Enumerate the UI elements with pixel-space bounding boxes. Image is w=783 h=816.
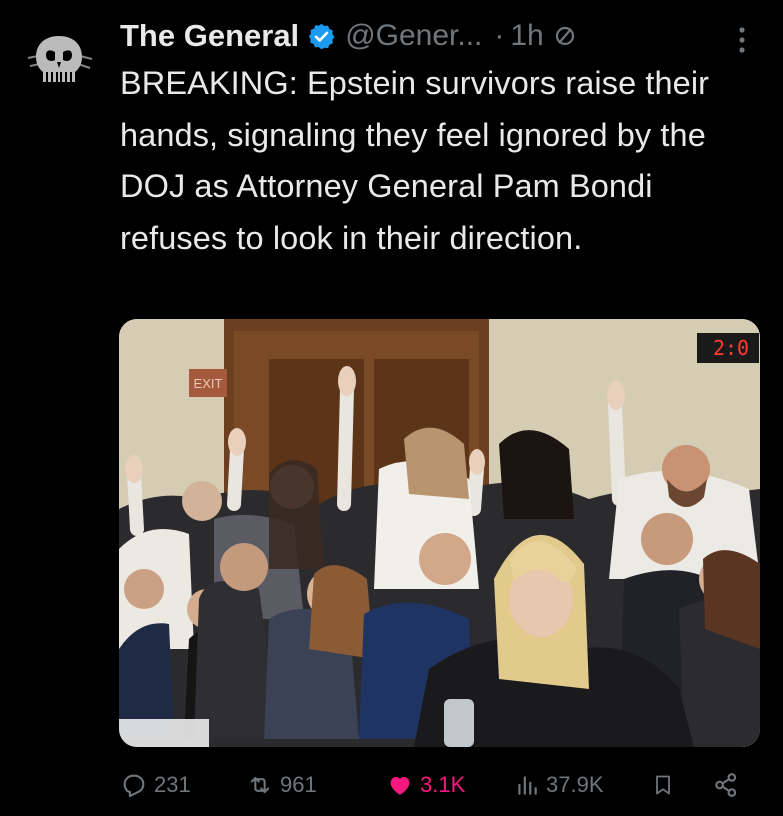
verified-badge-icon [309,23,335,49]
bookmark-icon [656,775,670,795]
separator-dot: · [494,19,505,52]
svg-text:2:0: 2:0 [713,336,749,360]
share-button[interactable] [712,768,740,802]
tweet-photo[interactable]: EXIT 2:0 [119,319,760,747]
timestamp[interactable]: 1h [510,19,543,53]
punisher-skull-icon [20,22,98,100]
handle[interactable]: @Gener... [345,19,482,53]
repost-count: 961 [280,772,317,797]
tweet[interactable]: The General @Gener... · 1h BREAKING: Eps… [0,0,783,816]
share-icon [715,773,737,797]
heart-icon [390,776,410,795]
svg-text:EXIT: EXIT [194,376,223,391]
like-count: 3.1K [420,772,466,797]
display-name[interactable]: The General [120,18,299,54]
view-count: 37.9K [546,772,604,797]
hearing-room-photo: EXIT 2:0 [119,319,760,747]
no-symbol-icon [555,26,574,46]
views-chart-icon [518,776,537,795]
reply-icon [123,774,145,798]
tweet-text: BREAKING: Epstein survivors raise their … [120,65,710,256]
avatar[interactable] [20,22,98,100]
reply-count: 231 [154,772,191,797]
like-button[interactable]: 3.1K [386,768,465,802]
action-bar: 231 961 3.1K 37.9K [0,760,783,810]
bookmark-button[interactable] [651,768,675,802]
views-button[interactable]: 37.9K [514,768,604,802]
repost-button[interactable]: 961 [246,768,317,802]
repost-icon [250,776,270,794]
more-options-icon[interactable] [736,26,748,54]
reply-button[interactable]: 231 [120,768,191,802]
tweet-header: The General @Gener... · 1h [120,14,576,58]
